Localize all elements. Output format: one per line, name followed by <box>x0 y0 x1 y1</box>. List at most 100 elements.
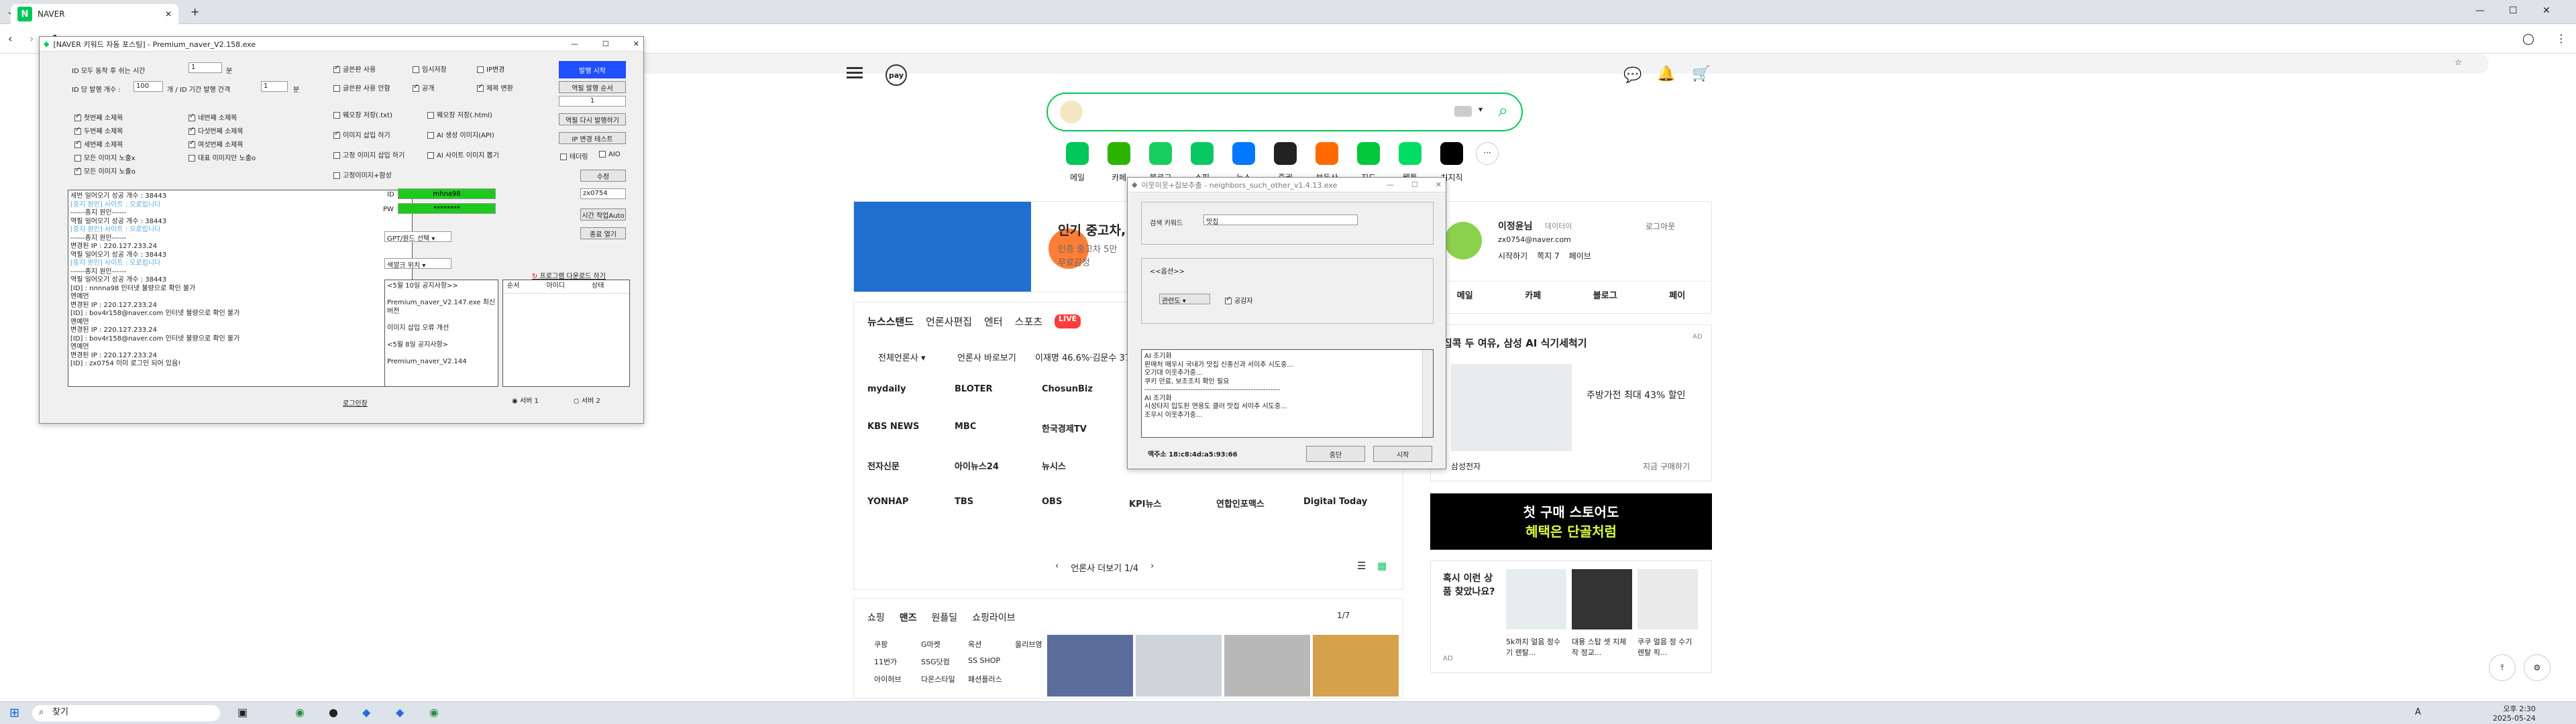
browser-tab[interactable]: N NAVER ✕ <box>11 4 178 24</box>
option-checkbox[interactable]: IP변경 <box>477 64 537 82</box>
chat-icon[interactable]: 💬 <box>1623 67 1642 84</box>
shortcut-item[interactable]: 증권 <box>1268 142 1303 182</box>
app-taskbar-icon[interactable]: ◆ <box>362 706 370 719</box>
profile-icon[interactable]: ◯ <box>2522 32 2534 45</box>
aio-checkbox[interactable]: AIO <box>599 151 621 158</box>
press-logo[interactable]: OBS <box>1042 497 1129 534</box>
dialog-close-icon[interactable]: ✕ <box>1436 180 1442 189</box>
shop-link[interactable]: SS SHOP <box>968 656 1015 674</box>
window-close-icon[interactable]: ✕ <box>2542 5 2551 16</box>
option-checkbox[interactable]: 고정이미지+함성 <box>333 170 427 190</box>
stop-button[interactable]: 중단 <box>1306 446 1365 462</box>
option-checkbox[interactable]: 세번째 소제목 <box>74 139 189 152</box>
option-checkbox[interactable]: AI 사이트 이미지 뽑기 <box>427 149 535 170</box>
close-open-button[interactable]: 종료 열기 <box>580 227 626 239</box>
press-logo[interactable]: mydaily <box>867 384 955 422</box>
press-logo[interactable]: ChosunBiz <box>1042 384 1129 422</box>
shop-link[interactable]: 다온스타일 <box>921 674 968 691</box>
post-count-input[interactable]: 100 <box>133 81 163 92</box>
tether-checkbox[interactable]: 테더링 <box>560 151 588 161</box>
shortcut-item[interactable]: 메일 <box>1060 142 1095 182</box>
naver-pay-icon[interactable]: pay <box>885 64 907 86</box>
start-button[interactable]: 시작 <box>1373 446 1432 462</box>
press-logo[interactable]: MBC <box>955 422 1042 459</box>
product-image[interactable] <box>1047 635 1133 697</box>
start-posting-button[interactable]: 발행 시작 <box>559 61 626 78</box>
kakaotalk-icon[interactable]: ● <box>329 706 338 719</box>
press-logo[interactable]: TBS <box>955 497 1042 534</box>
avatar[interactable] <box>1444 222 1482 259</box>
shortcut-item[interactable]: 카페 <box>1102 142 1136 182</box>
tab-shopping[interactable]: 쇼핑 <box>867 611 885 624</box>
retry-button[interactable]: 역필 다시 발행하기 <box>559 113 626 125</box>
press-logo[interactable]: YONHAP <box>867 497 955 534</box>
app-taskbar-icon[interactable]: ◆ <box>396 706 404 719</box>
option-checkbox[interactable]: 첫번째 소제목 <box>74 112 189 125</box>
post-interval-input[interactable]: 1 <box>261 81 288 92</box>
next-icon[interactable]: › <box>1150 561 1154 574</box>
dialog-maximize-icon[interactable]: ☐ <box>1411 180 1418 189</box>
keyword-select[interactable]: 색깔크 위치 ▾ <box>384 258 451 269</box>
rec-image[interactable] <box>1506 569 1566 629</box>
shortcut-item[interactable]: 지도 <box>1351 142 1386 182</box>
keyboard-icon[interactable] <box>1454 106 1472 117</box>
dialog-minimize-icon[interactable]: — <box>1387 180 1394 189</box>
press-logo[interactable]: BLOTER <box>955 384 1042 422</box>
dropdown-icon[interactable]: ▾ <box>1479 105 1483 114</box>
press-logo[interactable]: KPI뉴스 <box>1129 497 1216 534</box>
option-checkbox[interactable]: 제목 변환 <box>477 82 537 101</box>
press-view[interactable]: 언론사 바로보기 <box>957 351 1016 363</box>
app-maximize-icon[interactable]: ☐ <box>602 40 609 48</box>
press-select[interactable]: 전체언론사 ▾ <box>878 351 925 363</box>
option-checkbox[interactable]: 고정 이미지 삽입 하기 <box>333 149 427 170</box>
menu-icon[interactable]: ⋮ <box>2556 32 2567 45</box>
ad-samsung[interactable]: 집콕 두 여유, 삼성 AI 식기세척기 AD 주방가전 최대 43% 할인 삼… <box>1430 324 1712 481</box>
option-checkbox[interactable]: 글쓴판 사용 안함 <box>333 82 413 101</box>
user-tab[interactable]: 메일 <box>1457 288 1473 301</box>
product-image[interactable] <box>1313 635 1399 697</box>
shop-link[interactable]: 쿠팡 <box>874 639 921 656</box>
shop-link[interactable]: 아이허브 <box>874 674 921 691</box>
user-tab[interactable]: 페이 <box>1669 288 1685 301</box>
live-badge[interactable]: LIVE <box>1055 314 1081 328</box>
option-checkbox[interactable]: 웨오장 저장(.txt) <box>333 109 427 129</box>
back-icon[interactable]: ‹ <box>8 32 12 45</box>
option-checkbox[interactable]: 웨오장 저장(.html) <box>427 109 535 129</box>
gpt-select[interactable]: GPT/원드 선택 ▾ <box>384 231 451 243</box>
press-logo[interactable]: 한국경제TV <box>1042 422 1129 459</box>
rest-time-input[interactable]: 1 <box>189 62 222 73</box>
task-view-icon[interactable]: ▣ <box>237 706 248 719</box>
rec-caption[interactable]: 5k까지 얼음 정수기 렌탈... <box>1506 636 1566 658</box>
app-minimize-icon[interactable]: — <box>571 40 578 48</box>
rec-image[interactable] <box>1572 569 1632 629</box>
ip-test-button[interactable]: IP 변경 테스트 <box>559 132 626 144</box>
tab-entertainment[interactable]: 엔터 <box>984 314 1003 328</box>
list-view-icon[interactable]: ☰ <box>1357 560 1366 572</box>
press-logo[interactable]: 전자신문 <box>867 459 955 497</box>
shop-link[interactable]: 11번가 <box>874 656 921 674</box>
shop-link[interactable]: 옥션 <box>968 639 1015 656</box>
rec-caption[interactable]: 쿠쿠 얼음 정 수기 렌탈 픽... <box>1638 636 1698 658</box>
chrome-icon[interactable]: ◉ <box>295 706 305 719</box>
option-checkbox[interactable]: AI 생성 이미지(API) <box>427 129 535 149</box>
taskbar-search[interactable]: ⌕ 찾기 <box>32 705 220 721</box>
shop-link[interactable]: SSG닷컴 <box>921 656 968 674</box>
close-tab-icon[interactable]: ✕ <box>165 9 172 19</box>
time-auto-button[interactable]: 시간 작업Auto <box>580 208 626 221</box>
rec-caption[interactable]: 대용 스탑 셋 지체작 정교... <box>1572 636 1632 658</box>
edit-button[interactable]: 수정 <box>580 170 626 182</box>
product-image[interactable] <box>1136 635 1222 697</box>
tab-oneplus[interactable]: 원플딜 <box>932 611 958 624</box>
tab-mens[interactable]: 맨즈 <box>900 611 917 624</box>
cart-icon[interactable]: 🛒 <box>1692 66 1710 82</box>
option-checkbox[interactable]: 모든 이미지 노출x <box>74 152 189 166</box>
new-tab-icon[interactable]: + <box>191 5 199 18</box>
press-logo[interactable]: 연합인포맥스 <box>1216 497 1303 534</box>
shortcut-item[interactable]: 블로그 <box>1143 142 1178 182</box>
order-input[interactable]: 1 <box>559 96 626 107</box>
maximize-icon[interactable]: ☐ <box>2509 5 2518 16</box>
tab-sports[interactable]: 스포츠 <box>1015 314 1042 328</box>
forward-icon[interactable]: › <box>30 32 34 45</box>
press-logo[interactable]: KBS NEWS <box>867 422 955 459</box>
search-box[interactable]: ▾ ⌕ <box>1046 93 1523 131</box>
